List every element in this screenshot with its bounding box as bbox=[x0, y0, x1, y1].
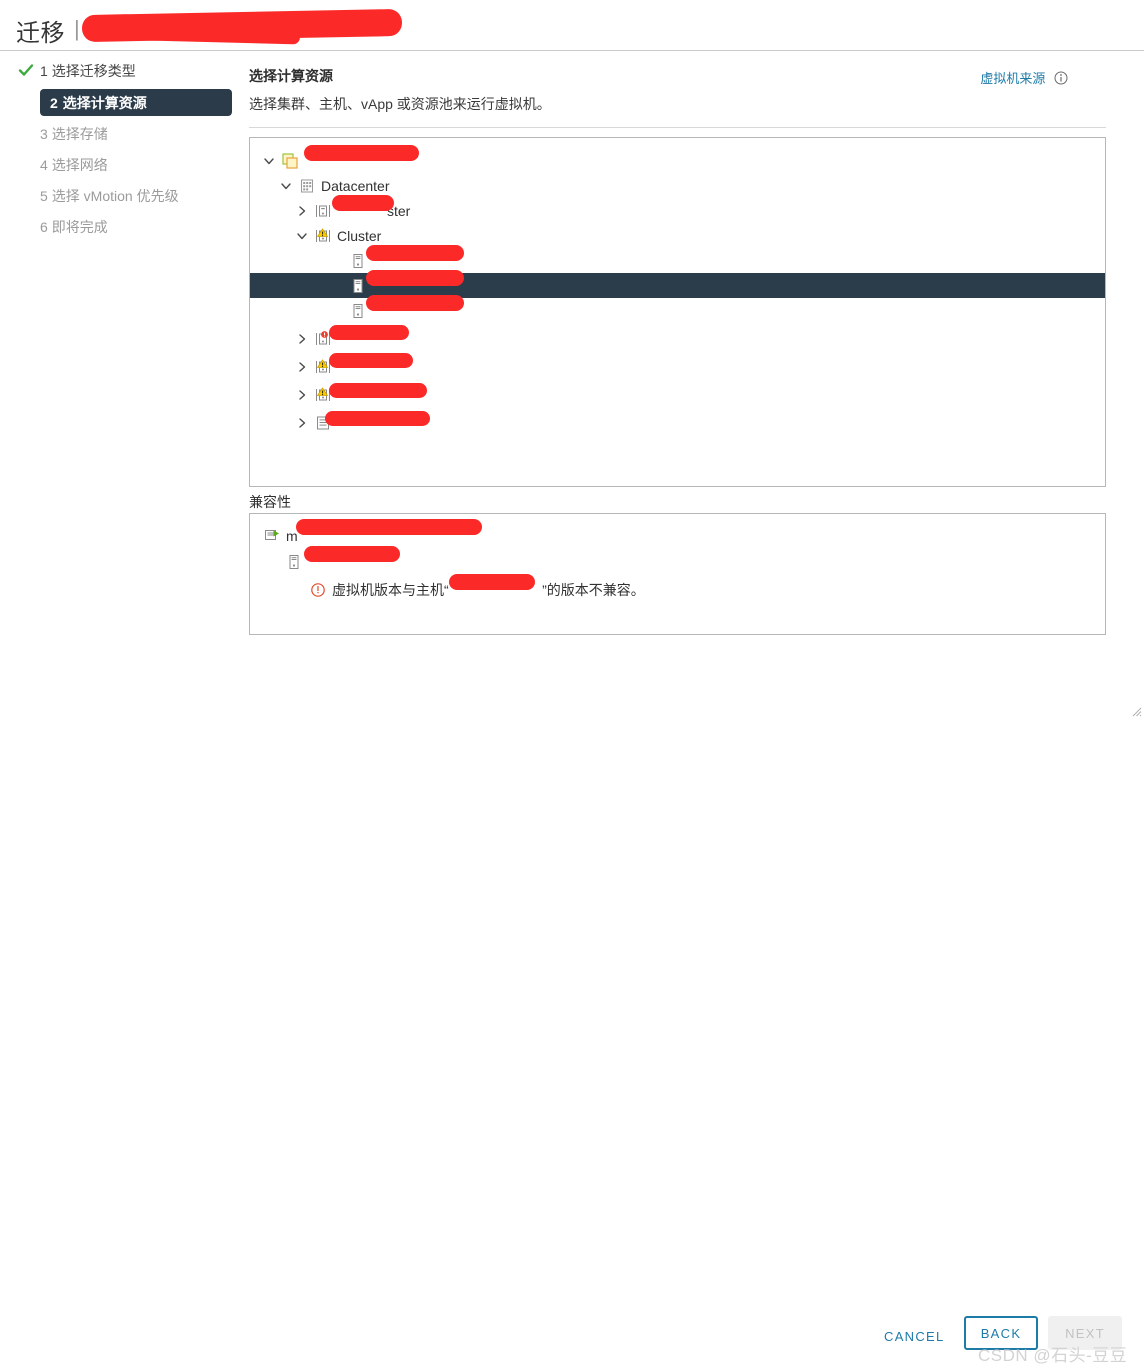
dialog-title-bar: 迁移 | bbox=[0, 0, 1144, 51]
vm-source-link[interactable]: 虚拟机来源 bbox=[980, 68, 1068, 88]
tree-node-label: XXXXXXXXXXX bbox=[329, 382, 440, 403]
tree-node-label: XXXXXXXXXXX bbox=[366, 294, 475, 319]
sidebar-step-2-label: 选择计算资源 bbox=[62, 94, 147, 111]
host-icon bbox=[286, 554, 302, 570]
sidebar-step-3-label: 选择存储 bbox=[51, 126, 108, 142]
sidebar-item-step-6[interactable]: 6 即将完成 bbox=[0, 214, 240, 240]
redaction-block bbox=[304, 144, 419, 161]
sidebar-step-4-number: 4 bbox=[40, 157, 48, 173]
sidebar-step-6-number: 6 bbox=[40, 219, 48, 235]
sidebar-item-step-4[interactable]: 4 选择网络 bbox=[0, 152, 240, 178]
pane-heading: 选择计算资源 bbox=[249, 68, 333, 84]
resize-grip-icon[interactable] bbox=[1130, 704, 1142, 717]
redaction-block bbox=[304, 546, 400, 562]
tree-node-label: ster bbox=[332, 194, 410, 219]
tree-row[interactable]: XXXXXXXXXXXXX bbox=[250, 144, 1105, 173]
compatibility-issue-text-before: 虚拟机版本与主机“ bbox=[332, 582, 449, 598]
redaction-block bbox=[325, 410, 430, 426]
wizard-step-list: 1 选择迁移类型 2 选择计算资源 3 选择存储 4 选择网络 5 选择 vMo… bbox=[0, 58, 240, 245]
sidebar-step-6-label: 即将完成 bbox=[51, 219, 108, 235]
datacenter-icon bbox=[299, 178, 315, 194]
compute-resource-tree[interactable]: XXXXXXXXXXXXX Datacenter bbox=[249, 137, 1106, 487]
compatibility-vm-row: m XXXXXXXXXXXXXXXXXXXXXX bbox=[250, 519, 1105, 548]
redaction-block bbox=[448, 574, 535, 590]
sidebar-step-1-number: 1 bbox=[40, 63, 48, 79]
redaction-block bbox=[329, 382, 427, 398]
redaction-block bbox=[366, 269, 464, 286]
info-icon[interactable] bbox=[1054, 71, 1068, 88]
tree-row[interactable]: XXXXXXXXXXX bbox=[250, 382, 1105, 407]
sidebar-item-step-3[interactable]: 3 选择存储 bbox=[0, 121, 240, 147]
chevron-right-icon[interactable] bbox=[295, 416, 309, 430]
sidebar-item-step-2[interactable]: 2 选择计算资源 bbox=[40, 89, 232, 116]
compatibility-panel: m XXXXXXXXXXXXXXXXXXXXXX XXXXXXXXXXX bbox=[249, 513, 1106, 635]
cancel-button[interactable]: CANCEL bbox=[878, 1323, 948, 1349]
dialog-footer: CANCEL BACK NEXT CSDN @石头-豆豆 bbox=[0, 655, 1144, 1365]
sidebar-item-step-1[interactable]: 1 选择迁移类型 bbox=[0, 58, 240, 84]
sidebar-step-1-label: 选择迁移类型 bbox=[51, 63, 136, 79]
tree-node-label: XXXXXXXXX bbox=[329, 324, 421, 347]
tree-node-label: Cluster bbox=[337, 227, 382, 244]
sidebar-step-5-number: 5 bbox=[40, 188, 48, 204]
redaction-block bbox=[366, 244, 464, 261]
redaction-block bbox=[329, 352, 413, 368]
chevron-right-icon[interactable] bbox=[295, 332, 309, 346]
chevron-right-icon[interactable] bbox=[295, 204, 309, 218]
sidebar-step-2-number: 2 bbox=[50, 94, 58, 111]
chevron-down-icon[interactable] bbox=[262, 154, 276, 168]
compatibility-host-row: XXXXXXXXXXX bbox=[250, 546, 1105, 574]
tree-row[interactable]: ster bbox=[250, 194, 1105, 223]
tree-node-label: XXXXXXXXXXX bbox=[325, 410, 440, 431]
redaction-block bbox=[366, 294, 464, 311]
tree-row[interactable]: XXXXXXXXX bbox=[250, 324, 1105, 351]
chevron-down-icon[interactable] bbox=[279, 179, 293, 193]
chevron-right-icon[interactable] bbox=[295, 388, 309, 402]
pane-description: 选择集群、主机、vApp 或资源池来运行虚拟机。 bbox=[249, 96, 551, 112]
tree-row[interactable]: XXXXXXXXXXX bbox=[250, 410, 1105, 435]
error-circle-icon bbox=[310, 582, 326, 598]
sidebar-step-3-number: 3 bbox=[40, 126, 48, 142]
cluster-icon bbox=[315, 203, 331, 219]
sidebar-step-4-label: 选择网络 bbox=[51, 157, 108, 173]
tree-node-label: XXXXXXXXXXXXX bbox=[304, 144, 425, 169]
host-icon bbox=[350, 253, 366, 269]
vm-source-label: 虚拟机来源 bbox=[980, 71, 1046, 86]
page-title: 迁移 bbox=[16, 20, 65, 47]
watermark: CSDN @石头-豆豆 bbox=[978, 1346, 1128, 1365]
host-icon bbox=[350, 278, 366, 294]
chevron-down-icon[interactable] bbox=[295, 229, 309, 243]
sidebar-step-5-label: 选择 vMotion 优先级 bbox=[51, 188, 179, 204]
cluster-warning-icon bbox=[315, 227, 331, 244]
tree-row[interactable]: XXXXXXXXXXX bbox=[250, 294, 1105, 323]
chevron-right-icon[interactable] bbox=[295, 360, 309, 374]
tree-row[interactable]: XXXXXXXXX bbox=[250, 352, 1105, 379]
check-icon bbox=[18, 62, 34, 78]
host-icon bbox=[350, 303, 366, 319]
tree-node-label: XXXXXXXXXXX bbox=[366, 244, 475, 269]
compatibility-issue-row: 虚拟机版本与主机“ XXXXXXXXXX ”的版本不兼容。 bbox=[250, 574, 1105, 602]
compatibility-label: 兼容性 bbox=[249, 494, 291, 510]
tree-node-label: Datacenter bbox=[321, 177, 390, 194]
redaction-block bbox=[296, 519, 482, 535]
redaction-block bbox=[332, 194, 394, 211]
sidebar-item-step-5[interactable]: 5 选择 vMotion 优先级 bbox=[0, 183, 240, 209]
tree-node-label: XXXXXXXXX bbox=[329, 352, 421, 375]
vm-powered-on-icon bbox=[264, 528, 280, 544]
compatibility-issue-host: XXXXXXXXXX bbox=[448, 574, 542, 598]
main-pane-header: 选择计算资源 选择集群、主机、vApp 或资源池来运行虚拟机。 虚拟机来源 bbox=[249, 58, 1106, 128]
tree-node-label: XXXXXXXXXXX bbox=[366, 269, 475, 294]
header-divider bbox=[249, 127, 1106, 128]
vcenter-icon bbox=[282, 152, 298, 169]
compatibility-issue-text-after: ”的版本不兼容。 bbox=[542, 582, 645, 598]
title-separator: | bbox=[74, 16, 80, 41]
redaction-block bbox=[329, 324, 409, 340]
compatibility-vm-name: m XXXXXXXXXXXXXXXXXXXXXX bbox=[286, 519, 507, 544]
compatibility-host-name: XXXXXXXXXXX bbox=[304, 546, 411, 570]
